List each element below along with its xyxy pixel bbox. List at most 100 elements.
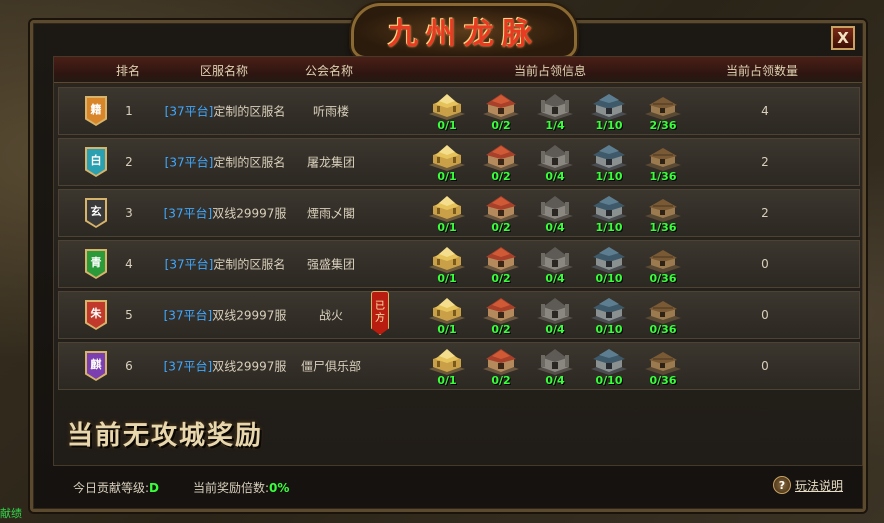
gold-palace-icon[interactable]: 0/1: [425, 347, 469, 387]
red-temple-icon[interactable]: 0/2: [479, 296, 523, 336]
header-occupation: 当前占领信息: [513, 64, 587, 78]
guild-banner-badge: 麒: [85, 351, 107, 381]
badge-label: 玄: [87, 200, 105, 226]
contribution-level: 今日贡献等级:D: [73, 479, 159, 496]
gray-fortress-icon[interactable]: 0/4: [533, 296, 577, 336]
blue-hall-icon[interactable]: 1/10: [587, 92, 631, 132]
server-cell: [37平台]双线29997服: [164, 307, 287, 324]
table-header: 排名 区服名称 公会名称 当前占领信息 当前占领数量: [54, 57, 862, 83]
table-row[interactable]: 青 4 [37平台]定制的区服名 强盛集团 0/1 0/2 0/4 0/10 0/36 0: [58, 240, 860, 288]
guild-banner-badge: 玄: [85, 198, 107, 228]
building-occupation-count: 0/10: [595, 323, 623, 336]
help-button[interactable]: ? 玩法说明: [772, 476, 843, 494]
gray-fortress-icon[interactable]: 0/4: [533, 194, 577, 234]
rank-cell: 3: [125, 206, 133, 220]
question-icon: ?: [772, 476, 791, 494]
table-row[interactable]: 籍 1 [37平台]定制的区服名 听雨楼 0/1 0/2 1/4 1/10 2/36 4: [58, 87, 860, 135]
table-row[interactable]: 玄 3 [37平台]双线29997服 煙雨乄閣 0/1 0/2 0/4 1/10 1/36 2: [58, 189, 860, 237]
occupation-count-cell: 0: [761, 257, 769, 271]
building-occupation-count: 1/10: [595, 221, 623, 234]
gray-fortress-icon[interactable]: 0/4: [533, 347, 577, 387]
badge-label: 白: [87, 149, 105, 175]
building-occupation-count: 0/10: [595, 272, 623, 285]
blue-hall-icon[interactable]: 0/10: [587, 347, 631, 387]
close-button[interactable]: X: [831, 26, 855, 50]
ranking-panel: 九州龙脉 X 排名 区服名称 公会名称 当前占领信息 当前占领数量 籍 1 [37平…: [30, 3, 866, 512]
building-occupation-count: 1/36: [649, 170, 677, 183]
blue-hall-icon[interactable]: 1/10: [587, 194, 631, 234]
wooden-house-icon[interactable]: 2/36: [641, 92, 685, 132]
guild-banner-badge: 青: [85, 249, 107, 279]
guild-cell: 僵尸俱乐部: [300, 359, 362, 374]
table-row[interactable]: 白 2 [37平台]定制的区服名 屠龙集团 0/1 0/2 0/4 1/10 1/36 2: [58, 138, 860, 186]
blue-hall-icon[interactable]: 1/10: [587, 143, 631, 183]
no-reward-text: 当前无攻城奖励: [67, 421, 264, 451]
building-occupation-count: 0/4: [545, 272, 565, 285]
red-temple-icon[interactable]: 0/2: [479, 347, 523, 387]
building-occupation-count: 0/36: [649, 323, 677, 336]
red-temple-icon[interactable]: 0/2: [479, 194, 523, 234]
building-occupation-count: 0/1: [437, 272, 457, 285]
wooden-house-icon[interactable]: 0/36: [641, 296, 685, 336]
badge-label: 朱: [87, 302, 105, 328]
gold-palace-icon[interactable]: 0/1: [425, 194, 469, 234]
panel-title: 九州龙脉: [388, 17, 540, 52]
building-occupation-count: 0/1: [437, 374, 457, 387]
badge-label: 麒: [87, 353, 105, 379]
red-temple-icon[interactable]: 0/2: [479, 245, 523, 285]
blue-hall-icon[interactable]: 0/10: [587, 296, 631, 336]
platform-tag: [37平台]: [163, 308, 213, 323]
server-cell: [37平台]定制的区服名: [165, 154, 286, 171]
badge-label: 籍: [87, 98, 105, 124]
contribution-label: 今日贡献等级:: [73, 481, 150, 495]
header-count: 当前占领数量: [725, 64, 799, 78]
building-occupation-count: 0/2: [491, 272, 511, 285]
gray-fortress-icon[interactable]: 1/4: [533, 92, 577, 132]
gold-palace-icon[interactable]: 0/1: [425, 245, 469, 285]
gray-fortress-icon[interactable]: 0/4: [533, 143, 577, 183]
wooden-house-icon[interactable]: 1/36: [641, 143, 685, 183]
own-side-seal: 已方: [371, 291, 389, 335]
help-link[interactable]: 玩法说明: [795, 477, 843, 494]
building-occupation-count: 0/10: [595, 374, 623, 387]
blue-hall-icon[interactable]: 0/10: [587, 245, 631, 285]
building-occupation-count: 0/2: [491, 170, 511, 183]
building-occupation-count: 1/10: [595, 170, 623, 183]
guild-cell: 听雨楼: [312, 104, 350, 119]
server-name: 定制的区服名: [213, 104, 286, 119]
platform-tag: [37平台]: [164, 155, 214, 170]
gold-palace-icon[interactable]: 0/1: [425, 92, 469, 132]
occupation-count-cell: 0: [761, 308, 769, 322]
server-name: 定制的区服名: [213, 155, 286, 170]
building-occupation-count: 0/2: [491, 119, 511, 132]
gray-fortress-icon[interactable]: 0/4: [533, 245, 577, 285]
red-temple-icon[interactable]: 0/2: [479, 143, 523, 183]
building-occupation-count: 0/2: [491, 221, 511, 234]
building-occupation-count: 0/1: [437, 323, 457, 336]
wooden-house-icon[interactable]: 0/36: [641, 245, 685, 285]
guild-banner-badge: 籍: [85, 96, 107, 126]
gold-palace-icon[interactable]: 0/1: [425, 143, 469, 183]
wooden-house-icon[interactable]: 0/36: [641, 347, 685, 387]
multiplier-value: 0%: [269, 481, 290, 495]
guild-banner-badge: 朱: [85, 300, 107, 330]
occupation-count-cell: 2: [761, 206, 769, 220]
table-row[interactable]: 麒 6 [37平台]双线29997服 僵尸俱乐部 0/1 0/2 0/4 0/10 0/36 0: [58, 342, 860, 390]
rank-cell: 2: [125, 155, 133, 169]
ranking-table: 排名 区服名称 公会名称 当前占领信息 当前占领数量 籍 1 [37平台]定制的区服…: [53, 56, 863, 466]
building-occupation-count: 0/4: [545, 221, 565, 234]
building-occupation-count: 0/4: [545, 323, 565, 336]
table-row[interactable]: 朱 5 [37平台]双线29997服 战火 已方 0/1 0/2 0/4 0/10 0/36 0: [58, 291, 860, 339]
wooden-house-icon[interactable]: 1/36: [641, 194, 685, 234]
building-occupation-count: 1/36: [649, 221, 677, 234]
rank-cell: 5: [125, 308, 133, 322]
multiplier-label: 当前奖励倍数:: [193, 481, 270, 495]
guild-cell: 强盛集团: [306, 257, 356, 272]
building-occupation-count: 0/1: [437, 170, 457, 183]
red-temple-icon[interactable]: 0/2: [479, 92, 523, 132]
server-name: 双线29997服: [212, 359, 287, 374]
gold-palace-icon[interactable]: 0/1: [425, 296, 469, 336]
footer: 今日贡献等级:D 当前奖励倍数:0% ? 玩法说明: [53, 471, 863, 501]
building-occupation-count: 1/10: [595, 119, 623, 132]
platform-tag: [37平台]: [164, 104, 214, 119]
